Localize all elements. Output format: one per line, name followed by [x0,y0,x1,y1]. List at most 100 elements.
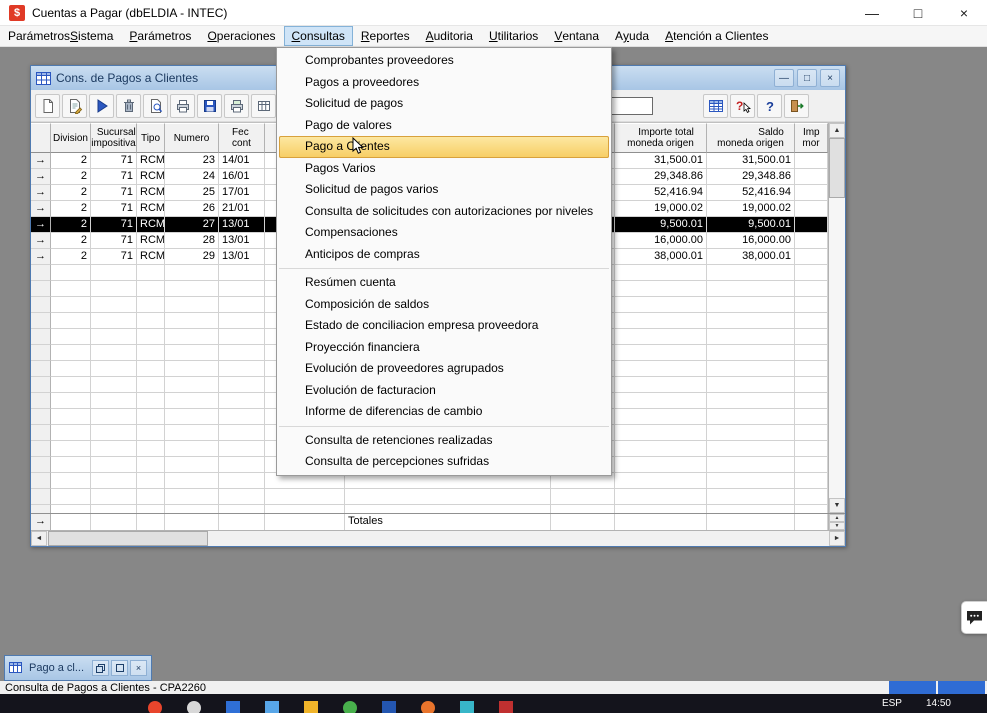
preview-button[interactable] [143,94,168,118]
menubar-item-utilitarios[interactable]: Utilitarios [481,26,546,46]
grid-row-empty[interactable] [31,489,828,505]
help-button[interactable]: ? [757,94,782,118]
exit-button[interactable] [784,94,809,118]
close-button[interactable]: × [941,0,987,25]
menu-item-estado-de-conciliacion-empresa-proveedora[interactable]: Estado de conciliacion empresa proveedor… [279,315,609,337]
taskbar-app-icon[interactable] [265,701,279,713]
taskbar-app-icon[interactable] [187,701,201,713]
new-record-button[interactable] [35,94,60,118]
minimized-window-pago[interactable]: Pago a cl... × [4,655,152,681]
menu-item-informe-de-diferencias-de-cambio[interactable]: Informe de diferencias de cambio [279,401,609,423]
menubar-item-reportes[interactable]: Reportes [353,26,418,46]
statusbar-segment [889,681,936,694]
menubar-item-ayuda[interactable]: Ayuda [607,26,657,46]
menubar-item-auditoria[interactable]: Auditoria [418,26,481,46]
cell-sucursal [91,393,137,409]
print-button[interactable] [170,94,195,118]
menu-item-consulta-de-retenciones-realizadas[interactable]: Consulta de retenciones realizadas [279,430,609,452]
cell-importe [615,441,707,457]
language-indicator[interactable]: ESP [882,698,902,709]
spin-up-icon[interactable]: ▲ [829,514,845,522]
delete-record-button[interactable] [116,94,141,118]
clock[interactable]: 14:50 [926,698,951,709]
scroll-down-button[interactable]: ▼ [829,498,845,513]
maximize-icon[interactable] [111,660,128,676]
print-grid-button[interactable] [224,94,249,118]
help-pointer-button[interactable]: ? [730,94,755,118]
cell-marker: → [31,217,51,233]
export-grid-icon [256,98,272,114]
menu-item-composicion-de-saldos[interactable]: Composición de saldos [279,294,609,316]
menubar-item-parametros-sistema[interactable]: Parámetros Sistema [0,26,121,46]
vscroll-thumb[interactable] [829,138,845,198]
cell-marker: → [31,153,51,169]
cell-numero [165,297,219,313]
child-minimize-button[interactable]: — [774,69,794,87]
menu-item-solicitud-de-pagos-varios[interactable]: Solicitud de pagos varios [279,179,609,201]
menu-item-consulta-de-percepciones-sufridas[interactable]: Consulta de percepciones sufridas [279,451,609,473]
menu-item-evolucion-de-proveedores-agrupados[interactable]: Evolución de proveedores agrupados [279,358,609,380]
minimize-button[interactable]: — [849,0,895,25]
menu-item-proyeccion-financiera[interactable]: Proyección financiera [279,337,609,359]
menu-item-anticipos-de-compras[interactable]: Anticipos de compras [279,244,609,266]
cell-saldo [707,377,795,393]
taskbar-app-icon[interactable] [148,701,162,713]
menu-item-pagos-a-proveedores[interactable]: Pagos a proveedores [279,72,609,94]
cell-numero [165,313,219,329]
taskbar-app-icon[interactable] [382,701,396,713]
menu-item-solicitud-de-pagos[interactable]: Solicitud de pagos [279,93,609,115]
spin-down-icon[interactable]: ▼ [829,522,845,530]
vscroll-track[interactable] [829,138,845,498]
cell-division [51,473,91,489]
menu-item-consulta-de-solicitudes-con-autorizaciones-por-niveles[interactable]: Consulta de solicitudes con autorizacion… [279,201,609,223]
taskbar-app-icon[interactable] [304,701,318,713]
hscroll-thumb[interactable] [48,531,208,546]
menu-item-evolucion-de-facturacion[interactable]: Evolución de facturacion [279,380,609,402]
cell-importe: 52,416.94 [615,185,707,201]
scroll-right-button[interactable]: ► [829,531,845,546]
horizontal-scrollbar[interactable]: ◄ ► [31,530,845,546]
menubar-item-atencion-a-clientes[interactable]: Atención a Clientes [657,26,776,46]
child-close-button[interactable]: × [820,69,840,87]
taskbar-app-icon[interactable] [460,701,474,713]
scroll-left-button[interactable]: ◄ [31,531,47,546]
menu-item-comprobantes-proveedores[interactable]: Comprobantes proveedores [279,50,609,72]
run-query-button[interactable] [89,94,114,118]
menu-item-pago-a-clientes[interactable]: Pago a Clientes [279,136,609,158]
child-maximize-button[interactable]: □ [797,69,817,87]
menubar-item-ventana[interactable]: Ventana [546,26,607,46]
menu-item-resumen-cuenta[interactable]: Resúmen cuenta [279,272,609,294]
totals-spinner[interactable]: ▲ ▼ [828,514,845,530]
menubar-item-consultas[interactable]: Consultas [284,26,353,46]
grid-view-button[interactable] [703,94,728,118]
chat-widget[interactable] [961,601,987,634]
cell-fecha [219,361,265,377]
hscroll-track[interactable] [209,531,829,546]
taskbar-app-icon[interactable] [499,701,513,713]
grid-row-empty[interactable] [31,505,828,513]
close-icon[interactable]: × [130,660,147,676]
taskbar-app-icon[interactable] [421,701,435,713]
scroll-up-button[interactable]: ▲ [829,123,845,138]
taskbar-app-icon[interactable] [343,701,357,713]
cell-tipo [137,297,165,313]
consultas-menu: Comprobantes proveedoresPagos a proveedo… [276,47,612,476]
cell-marker: → [31,514,51,530]
edit-record-button[interactable] [62,94,87,118]
cell-sucursal [91,297,137,313]
menubar-item-operaciones[interactable]: Operaciones [199,26,283,46]
cell-saldo [707,505,795,513]
cell-importe: 9,500.01 [615,217,707,233]
menubar-item-parametros[interactable]: Parámetros [121,26,199,46]
save-button[interactable] [197,94,222,118]
cell-saldo [707,457,795,473]
cell-division [51,297,91,313]
restore-icon[interactable] [92,660,109,676]
vertical-scrollbar[interactable]: ▲ ▼ [828,123,845,513]
taskbar-app-icon[interactable] [226,701,240,713]
export-grid-button[interactable] [251,94,276,118]
menu-item-pagos-varios[interactable]: Pagos Varios [279,158,609,180]
menu-item-pago-de-valores[interactable]: Pago de valores [279,115,609,137]
menu-item-compensaciones[interactable]: Compensaciones [279,222,609,244]
maximize-button[interactable]: □ [895,0,941,25]
